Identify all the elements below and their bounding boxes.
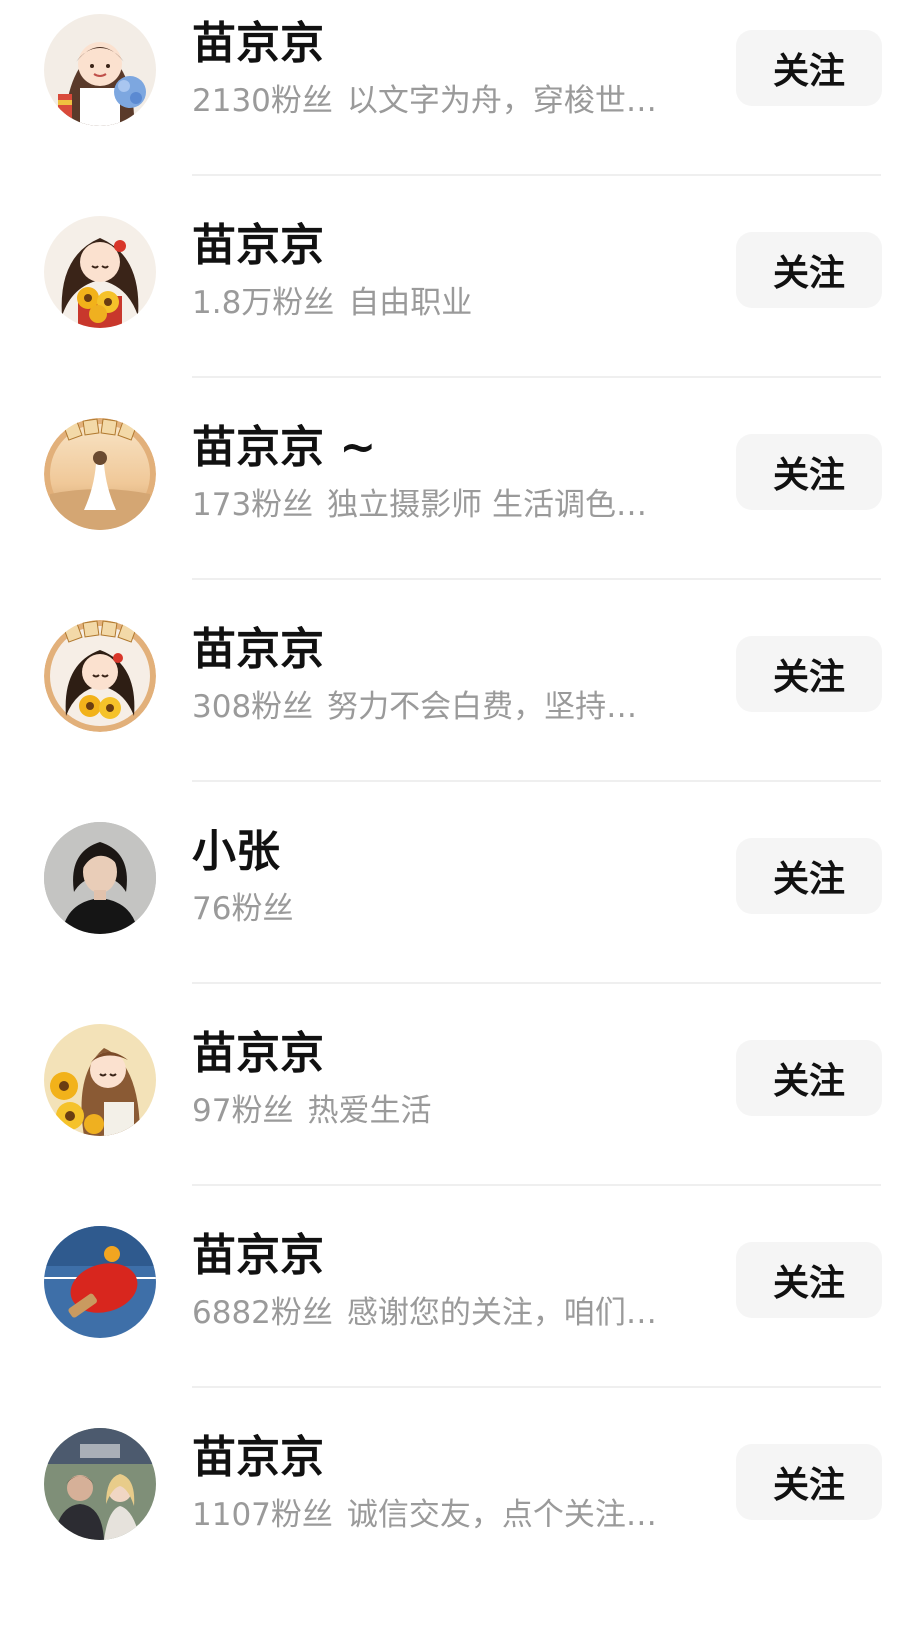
list-item[interactable]: 苗京京 1107粉丝 诚信交友，点个关注… 关注: [0, 1410, 921, 1622]
fans-count: 173粉丝: [192, 487, 314, 523]
fans-count: 6882粉丝: [192, 1295, 333, 1331]
user-bio: 感谢您的关注，咱们…: [346, 1295, 657, 1331]
follow-button[interactable]: 关注: [736, 434, 882, 510]
avatar[interactable]: [44, 1024, 156, 1136]
list-item[interactable]: 苗京京 97粉丝 热爱生活 关注: [0, 1006, 921, 1218]
user-bio: 独立摄影师 生活调色…: [327, 487, 648, 523]
user-name[interactable]: 苗京京: [192, 1228, 324, 1284]
list-item[interactable]: 苗京京 6882粉丝 感谢您的关注，咱们… 关注: [0, 1208, 921, 1420]
user-bio: 努力不会白费，坚持…: [327, 689, 638, 725]
user-subtitle: 76粉丝: [192, 888, 692, 930]
user-subtitle: 1.8万粉丝 自由职业: [192, 282, 692, 324]
fans-count: 1107粉丝: [192, 1497, 333, 1533]
user-list: 苗京京 2130粉丝 以文字为舟，穿梭世… 关注 苗京京 1.8万粉丝 自由职业…: [0, 0, 921, 1641]
user-name[interactable]: 小张: [192, 824, 280, 880]
avatar[interactable]: [44, 1428, 156, 1540]
divider: [192, 578, 881, 580]
follow-button[interactable]: 关注: [736, 1040, 882, 1116]
cartoon-girl-hydrangea-avatar-icon: [44, 14, 156, 126]
fans-count: 308粉丝: [192, 689, 314, 725]
follow-button[interactable]: 关注: [736, 232, 882, 308]
cartoon-girl-toutiao-daren-avatar-icon: [44, 620, 156, 732]
follow-button[interactable]: 关注: [736, 1242, 882, 1318]
couple-photo-avatar-icon: [44, 1428, 156, 1540]
avatar[interactable]: [44, 14, 156, 126]
follow-button[interactable]: 关注: [736, 30, 882, 106]
list-item[interactable]: 苗京京 1.8万粉丝 自由职业 关注: [0, 198, 921, 410]
list-item[interactable]: 小张 76粉丝 关注: [0, 804, 921, 1016]
user-subtitle: 1107粉丝 诚信交友，点个关注…: [192, 1494, 692, 1536]
user-bio: 自由职业: [348, 285, 473, 321]
fans-count: 1.8万粉丝: [192, 285, 335, 321]
avatar[interactable]: [44, 620, 156, 732]
user-name[interactable]: 苗京京: [192, 1026, 324, 1082]
fans-count: 76粉丝: [192, 891, 294, 927]
beach-girl-toutiao-daren-avatar-icon: [44, 418, 156, 530]
user-subtitle: 97粉丝 热爱生活: [192, 1090, 692, 1132]
user-name[interactable]: 苗京京: [192, 1430, 324, 1486]
follow-button[interactable]: 关注: [736, 1444, 882, 1520]
user-name[interactable]: 苗京京 ~: [192, 420, 376, 476]
avatar[interactable]: [44, 418, 156, 530]
user-name[interactable]: 苗京京: [192, 622, 324, 678]
user-name[interactable]: 苗京京: [192, 16, 324, 72]
cartoon-girl-sunflower-avatar-icon: [44, 216, 156, 328]
divider: [192, 174, 881, 176]
follow-button[interactable]: 关注: [736, 838, 882, 914]
list-item[interactable]: 苗京京 2130粉丝 以文字为舟，穿梭世… 关注: [0, 0, 921, 208]
cartoon-girl-sunflower-field-avatar-icon: [44, 1024, 156, 1136]
user-subtitle: 2130粉丝 以文字为舟，穿梭世…: [192, 80, 692, 122]
divider: [192, 1184, 881, 1186]
fans-count: 2130粉丝: [192, 83, 333, 119]
user-bio: 诚信交友，点个关注…: [346, 1497, 657, 1533]
divider: [192, 376, 881, 378]
user-bio: 以文字为舟，穿梭世…: [346, 83, 657, 119]
avatar[interactable]: [44, 1226, 156, 1338]
avatar[interactable]: [44, 216, 156, 328]
user-name[interactable]: 苗京京: [192, 218, 324, 274]
divider: [192, 1386, 881, 1388]
fans-count: 97粉丝: [192, 1093, 294, 1129]
divider: [192, 982, 881, 984]
user-bio: 热爱生活: [307, 1093, 432, 1129]
woman-portrait-avatar-icon: [44, 822, 156, 934]
user-subtitle: 6882粉丝 感谢您的关注，咱们…: [192, 1292, 692, 1334]
avatar[interactable]: [44, 822, 156, 934]
user-subtitle: 308粉丝 努力不会白费，坚持…: [192, 686, 692, 728]
follow-button[interactable]: 关注: [736, 636, 882, 712]
divider: [192, 780, 881, 782]
user-subtitle: 173粉丝 独立摄影师 生活调色…: [192, 484, 692, 526]
ping-pong-paddle-avatar-icon: [44, 1226, 156, 1338]
list-item[interactable]: 苗京京 308粉丝 努力不会白费，坚持… 关注: [0, 602, 921, 814]
list-item[interactable]: 苗京京 ~ 173粉丝 独立摄影师 生活调色… 关注: [0, 400, 921, 612]
